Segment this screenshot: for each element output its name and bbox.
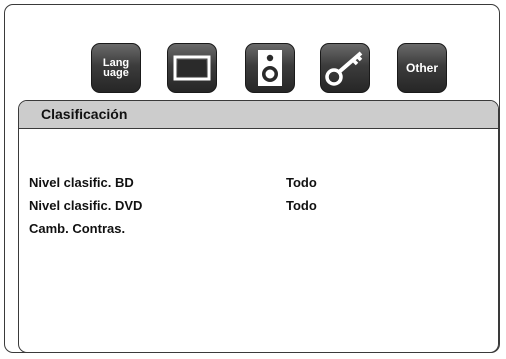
row-label: Camb. Contras. <box>29 221 126 236</box>
row-value: Todo <box>286 175 317 190</box>
tab-parental[interactable] <box>320 43 370 93</box>
tab-other[interactable]: Other <box>397 43 447 93</box>
row-bd-rating[interactable]: Nivel clasific. BD Todo <box>29 175 489 198</box>
row-label: Nivel clasific. DVD <box>29 198 143 213</box>
tab-language[interactable]: Lang uage <box>91 43 141 93</box>
tab-audio[interactable] <box>245 43 295 93</box>
key-icon <box>325 51 363 86</box>
settings-list: Nivel clasific. BD Todo Nivel clasific. … <box>29 175 489 244</box>
row-value: Todo <box>286 198 317 213</box>
language-icon: Lang uage <box>102 57 130 79</box>
row-change-password[interactable]: Camb. Contras. <box>29 221 489 244</box>
display-icon <box>173 55 211 81</box>
rating-panel: Clasificación Nivel clasific. BD Todo Ni… <box>18 100 499 353</box>
panel-title: Clasificación <box>19 101 498 129</box>
row-dvd-rating[interactable]: Nivel clasific. DVD Todo <box>29 198 489 221</box>
tab-display[interactable] <box>167 43 217 93</box>
row-label: Nivel clasific. BD <box>29 175 134 190</box>
other-icon: Other <box>405 61 438 75</box>
speaker-icon <box>258 50 282 86</box>
